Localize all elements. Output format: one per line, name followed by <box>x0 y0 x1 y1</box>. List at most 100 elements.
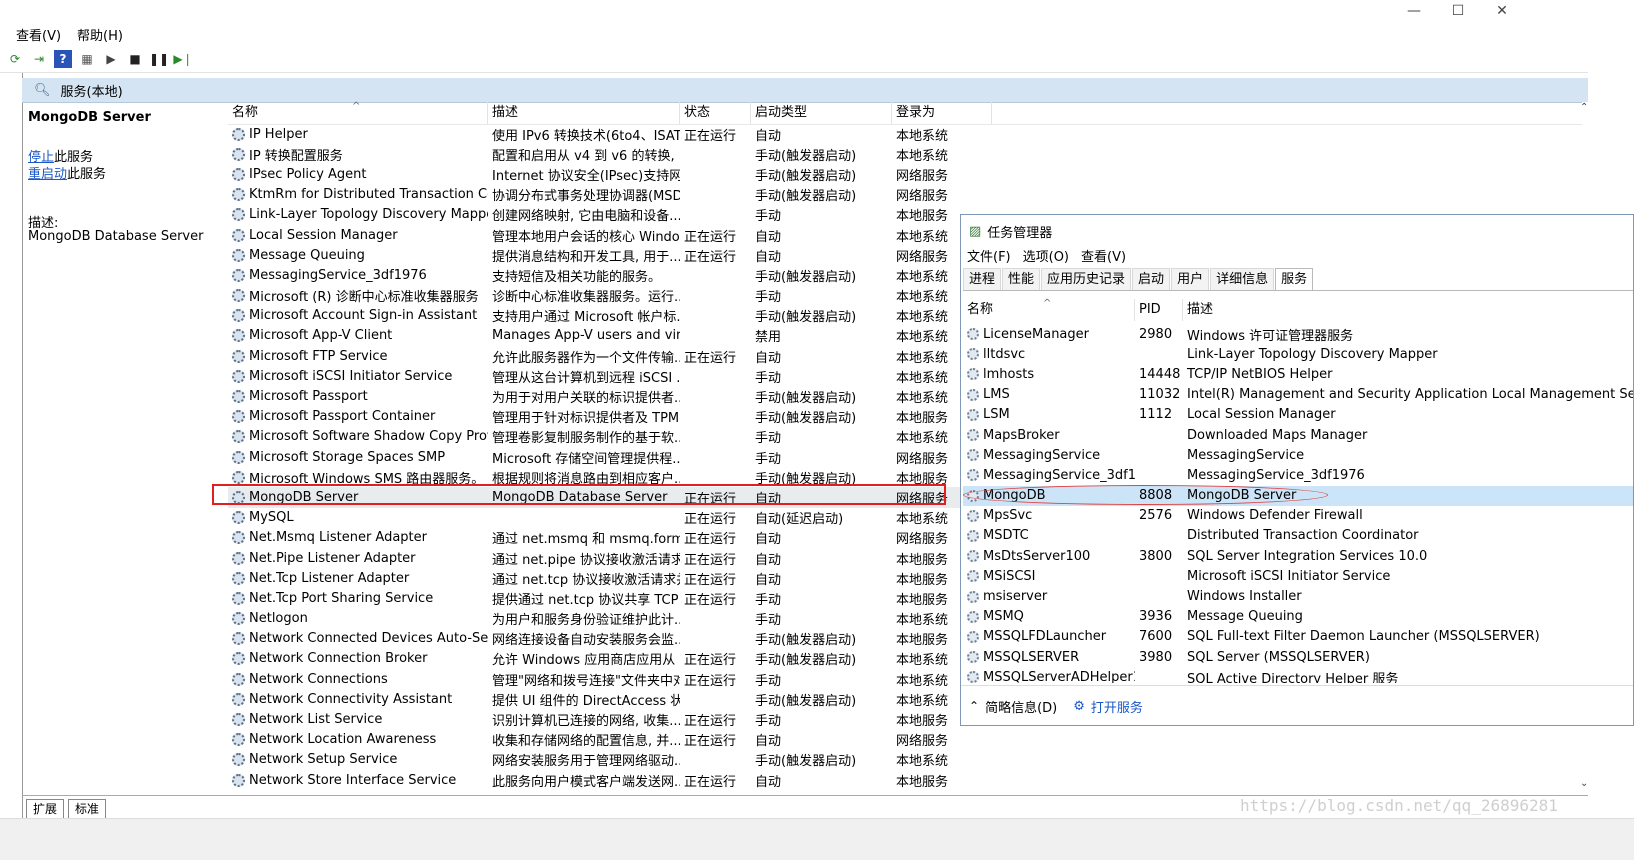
help-icon[interactable]: ? <box>54 50 72 68</box>
tm-service-row[interactable]: MSMQ 3936 Message Queuing <box>963 607 1633 627</box>
service-row[interactable]: Network Setup Service 网络安装服务用于管理网络驱动... 手动… <box>228 750 1582 770</box>
pause-service-icon[interactable]: ❚❚ <box>149 50 169 68</box>
tm-service-gear-icon <box>967 610 979 623</box>
tm-service-row[interactable]: MSDTC Distributed Transaction Coordinator <box>963 526 1633 546</box>
tab-extended[interactable]: 扩展 <box>26 799 65 818</box>
maximize-button[interactable]: ☐ <box>1436 0 1480 22</box>
tm-service-row[interactable]: MsDtsServer100 3800 SQL Server Integration… <box>963 546 1633 566</box>
column-startup-type[interactable]: 启动类型 <box>751 102 892 124</box>
tm-service-row[interactable]: MSSQLFDLauncher 7600 SQL Full-text Filter … <box>963 627 1633 647</box>
service-row[interactable]: Network Store Interface Service 此服务向用户模式客… <box>228 770 1582 790</box>
service-startup: 手动 <box>755 290 782 306</box>
service-name: Microsoft Passport <box>249 389 368 405</box>
stop-service-icon[interactable]: ■ <box>126 50 144 68</box>
column-logon-as[interactable]: 登录为 <box>892 102 992 124</box>
tm-service-desc: SQL Active Directory Helper 服务 <box>1187 671 1399 683</box>
tm-tab[interactable]: 进程 <box>963 268 1002 291</box>
tm-service-row[interactable]: lltdsvc Link-Layer Topology Discovery Map… <box>963 344 1633 364</box>
tm-column-description[interactable]: 描述 <box>1183 299 1633 321</box>
tm-service-row[interactable]: MpsSvc 2576 Windows Defender Firewall <box>963 506 1633 526</box>
service-name: Microsoft Software Shadow Copy Provid... <box>249 429 488 445</box>
service-startup: 手动(触发器启动) <box>755 693 857 709</box>
tm-tab[interactable]: 用户 <box>1171 268 1210 291</box>
tm-service-row[interactable]: MessagingService MessagingService <box>963 445 1633 465</box>
scroll-down-icon[interactable]: ⌄ <box>1580 778 1588 789</box>
service-row[interactable]: KtmRm for Distributed Transaction Coor..… <box>228 185 1582 205</box>
tm-tab[interactable]: 性能 <box>1002 268 1041 291</box>
tm-service-row[interactable]: MapsBroker Downloaded Maps Manager <box>963 425 1633 445</box>
open-services-link[interactable]: ⚙ 打开服务 <box>1073 697 1143 716</box>
close-button[interactable]: ✕ <box>1480 0 1524 22</box>
column-status[interactable]: 状态 <box>680 102 751 124</box>
service-status: 正在运行 <box>684 673 737 689</box>
properties-icon[interactable]: ▦ <box>78 50 96 68</box>
service-row[interactable]: IP Helper 使用 IPv6 转换技术(6to4、ISAT... 正在运行 自动… <box>228 124 1582 144</box>
detail-service-name: MongoDB Server <box>28 110 151 125</box>
tm-service-row[interactable]: MSiSCSI Microsoft iSCSI Initiator Service <box>963 566 1633 586</box>
tm-service-name: MSiSCSI <box>983 568 1036 584</box>
tm-service-row[interactable]: LSM 1112 Local Session Manager <box>963 405 1633 425</box>
menu-help[interactable]: 帮助(H) <box>77 25 123 44</box>
tab-standard[interactable]: 标准 <box>68 799 107 818</box>
service-gear-icon <box>232 692 245 706</box>
service-startup: 禁用 <box>755 330 782 346</box>
task-manager-menu: 文件(F) 选项(O) 查看(V) <box>961 245 1132 265</box>
service-row[interactable]: IP 转换配置服务 配置和启用从 v4 到 v6 的转换, ... 手动(触发器启动… <box>228 144 1582 164</box>
service-desc: 提供 UI 组件的 DirectAccess 状... <box>492 693 680 709</box>
tm-service-name: lmhosts <box>983 366 1035 382</box>
tm-service-row[interactable]: LMS 11032 Intel(R) Management and Security… <box>963 385 1633 405</box>
service-status: 正在运行 <box>684 714 737 730</box>
service-startup: 自动 <box>755 249 782 265</box>
service-status: 正在运行 <box>684 552 737 568</box>
tm-menu-options[interactable]: 选项(O) <box>1023 246 1069 265</box>
tm-service-name: MessagingService <box>983 447 1101 463</box>
tm-service-name: MSSQLFDLauncher <box>983 629 1107 645</box>
tm-menu-view[interactable]: 查看(V) <box>1081 246 1126 265</box>
service-desc: 管理用于针对标识提供者及 TPM ... <box>492 411 680 427</box>
task-manager-tabs: 进程 性能 应用历史记录 启动 用户 详细信息 服务 <box>963 268 1314 291</box>
service-name: Microsoft Storage Spaces SMP <box>249 449 446 465</box>
service-desc: Manages App-V users and virt... <box>492 328 680 344</box>
start-service-icon[interactable]: ▶ <box>102 50 120 68</box>
tm-service-row[interactable]: MessagingService_3df19... MessagingServic… <box>963 465 1633 485</box>
restart-service-icon[interactable]: ▶❘ <box>173 50 192 68</box>
service-row[interactable]: IPsec Policy Agent Internet 协议安全(IPsec)支持… <box>228 164 1582 184</box>
tm-service-row[interactable]: lmhosts 14448 TCP/IP NetBIOS Helper <box>963 364 1633 384</box>
tm-tab[interactable]: 服务 <box>1275 268 1314 291</box>
tm-column-header: 名称 ^ PID 描述 <box>963 298 1633 321</box>
service-gear-icon <box>232 430 245 444</box>
tm-service-name: MSMQ <box>983 609 1024 625</box>
tm-service-pid: 3936 <box>1139 609 1173 625</box>
export-icon[interactable]: ⇥ <box>30 50 48 68</box>
column-description[interactable]: 描述 <box>488 102 680 124</box>
tm-tab[interactable]: 启动 <box>1132 268 1171 291</box>
tm-service-pid: 2980 <box>1139 326 1173 342</box>
tm-service-row[interactable]: msiserver Windows Installer <box>963 586 1633 606</box>
service-name: Net.Tcp Port Sharing Service <box>249 590 434 606</box>
restart-service-link[interactable]: 重启动 <box>28 167 67 182</box>
tm-service-name: MpsSvc <box>983 508 1033 524</box>
tm-service-row[interactable]: MSSQLServerADHelper1... SQL Active Direct… <box>963 667 1633 683</box>
minimize-button[interactable]: — <box>1392 0 1436 22</box>
service-name: KtmRm for Distributed Transaction Coor..… <box>249 187 488 203</box>
tm-column-name[interactable]: 名称 ^ <box>963 298 1135 321</box>
tm-column-pid[interactable]: PID <box>1135 299 1183 321</box>
tm-tab[interactable]: 详细信息 <box>1210 268 1275 291</box>
service-startup: 自动 <box>755 572 782 588</box>
tm-service-row[interactable]: MSSQLSERVER 3980 SQL Server (MSSQLSERVER) <box>963 647 1633 667</box>
service-name: Netlogon <box>249 611 308 627</box>
tm-service-row[interactable]: LicenseManager 2980 Windows 许可证管理器服务 <box>963 324 1633 344</box>
scroll-up-icon[interactable]: ⌃ <box>1580 102 1588 113</box>
tm-menu-file[interactable]: 文件(F) <box>967 246 1011 265</box>
service-logon: 本地系统 <box>896 754 949 770</box>
tm-service-desc: SQL Server Integration Services 10.0 <box>1187 548 1428 564</box>
service-gear-icon <box>232 591 245 605</box>
menu-view[interactable]: 查看(V) <box>16 25 61 44</box>
service-logon: 本地系统 <box>896 148 949 164</box>
service-desc: 网络连接设备自动安装服务会监... <box>492 633 680 649</box>
column-name[interactable]: 名称 ^ <box>228 101 488 124</box>
refresh-icon[interactable]: ⟳ <box>6 50 24 68</box>
tm-tab[interactable]: 应用历史记录 <box>1041 268 1132 291</box>
service-row[interactable]: Network Location Awareness 收集和存储网络的配置信息, … <box>228 730 1582 750</box>
brief-info-button[interactable]: ⌃ 简略信息(D) <box>969 697 1057 716</box>
